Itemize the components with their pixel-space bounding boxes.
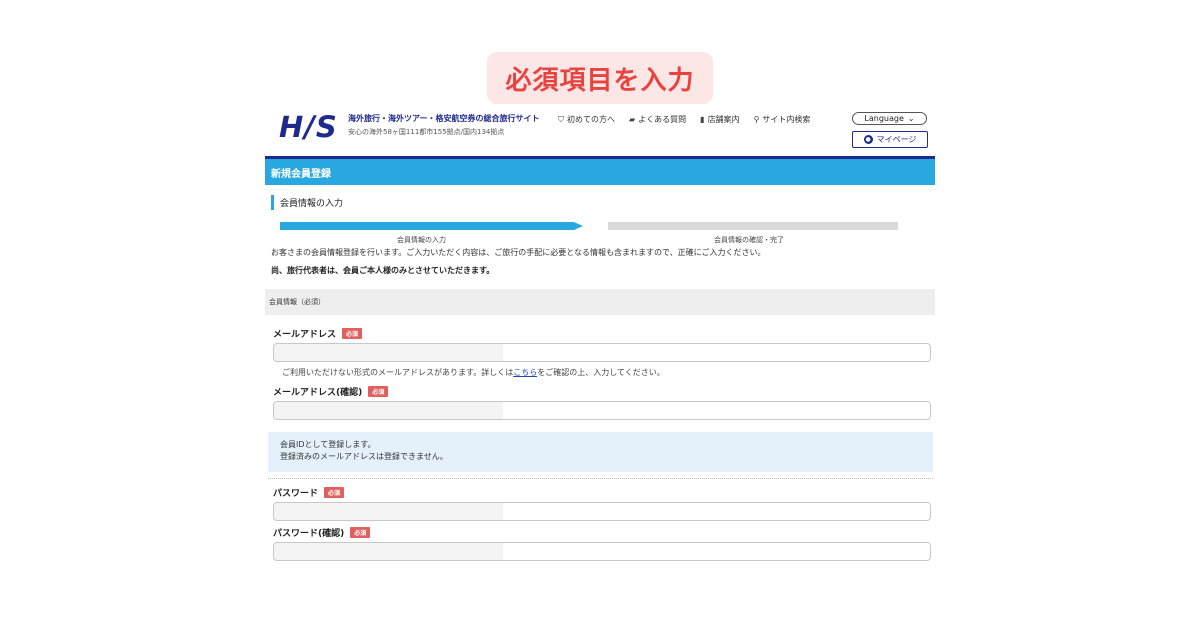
chat-icon: ▰ [629, 115, 636, 124]
nav-faq[interactable]: ▰ よくある質問 [629, 114, 686, 125]
nav-site-search[interactable]: ⚲ サイト内検索 [754, 114, 811, 125]
site-subline: 安心の海外58ヶ国111都市155拠点/国内134拠点 [348, 128, 505, 136]
section-heading: 会員情報の入力 [271, 195, 343, 210]
progress-step-1 [280, 222, 583, 230]
email-confirm-label-text: メールアドレス(確認) [273, 388, 363, 398]
top-nav: ⛉ 初めての方へ ▰ よくある質問 ▮ 店舗案内 ⚲ サイト内検索 [558, 114, 810, 125]
info-line-1: 会員IDとして登録します。 [280, 440, 376, 449]
password-field[interactable] [273, 502, 931, 521]
language-label: Language [864, 114, 904, 123]
required-badge: 必須 [342, 328, 363, 339]
password-confirm-label-text: パスワード(確認) [273, 529, 345, 539]
nav-label: 初めての方へ [567, 115, 615, 124]
password-confirm-label: パスワード(確認) 必須 [273, 526, 371, 539]
dotted-divider [268, 478, 933, 479]
password-confirm-field[interactable] [273, 542, 931, 561]
mypage-label: マイページ [876, 135, 917, 144]
email-label-text: メールアドレス [273, 330, 337, 340]
email-confirm-label: メールアドレス(確認) 必須 [273, 385, 389, 398]
email-confirm-field[interactable] [273, 401, 931, 420]
intro-text: お客さまの会員情報登録を行います。ご入力いただく内容は、ご旅行の手配に必要となる… [271, 248, 766, 257]
nav-first-time[interactable]: ⛉ 初めての方へ [558, 114, 615, 125]
email-note-link[interactable]: こちら [513, 368, 537, 377]
password-label-text: パスワード [273, 489, 319, 499]
required-badge: 必須 [324, 487, 345, 498]
search-icon: ⚲ [753, 115, 760, 124]
user-icon: ● [863, 135, 873, 144]
email-info-box: 会員IDとして登録します。 登録済みのメールアドレスは登録できません。 [268, 432, 933, 472]
his-logo[interactable]: H/S [279, 110, 338, 144]
registration-page: H/S 海外旅行・海外ツアー・格安航空券の総合旅行サイト 安心の海外58ヶ国11… [265, 106, 935, 576]
email-field[interactable] [273, 343, 931, 362]
member-info-section: 会員情報（必須） [265, 289, 935, 315]
step-label-2: 会員情報の確認・完了 [714, 236, 784, 244]
building-icon: ▮ [700, 115, 705, 124]
email-note: ご利用いただけない形式のメールアドレスがあります。詳しくはこちらをご確認の上、入… [282, 368, 665, 377]
site-tagline: 海外旅行・海外ツアー・格安航空券の総合旅行サイト [348, 114, 540, 123]
language-select[interactable]: Language ⌄ [852, 112, 927, 125]
progress-step-2 [608, 222, 898, 230]
chevron-down-icon: ⌄ [907, 114, 915, 123]
email-label: メールアドレス 必須 [273, 327, 363, 340]
required-badge: 必須 [368, 386, 389, 397]
shield-icon: ⛉ [558, 114, 564, 124]
info-line-2: 登録済みのメールアドレスは登録できません。 [280, 452, 448, 461]
nav-stores[interactable]: ▮ 店舗案内 [700, 114, 739, 125]
page-title: 新規会員登録 [265, 159, 935, 185]
password-label: パスワード 必須 [273, 486, 345, 499]
mypage-button[interactable]: ● マイページ [852, 131, 928, 148]
nav-label: 店舗案内 [707, 115, 740, 124]
nav-label: サイト内検索 [762, 115, 811, 124]
highlight-banner: 必須項目を入力 [487, 52, 713, 104]
step-label-1: 会員情報の入力 [397, 236, 446, 244]
nav-label: よくある質問 [638, 115, 687, 124]
intro-note: 尚、旅行代表者は、会員ご本人様のみとさせていただきます。 [271, 266, 495, 275]
required-badge: 必須 [350, 527, 371, 538]
